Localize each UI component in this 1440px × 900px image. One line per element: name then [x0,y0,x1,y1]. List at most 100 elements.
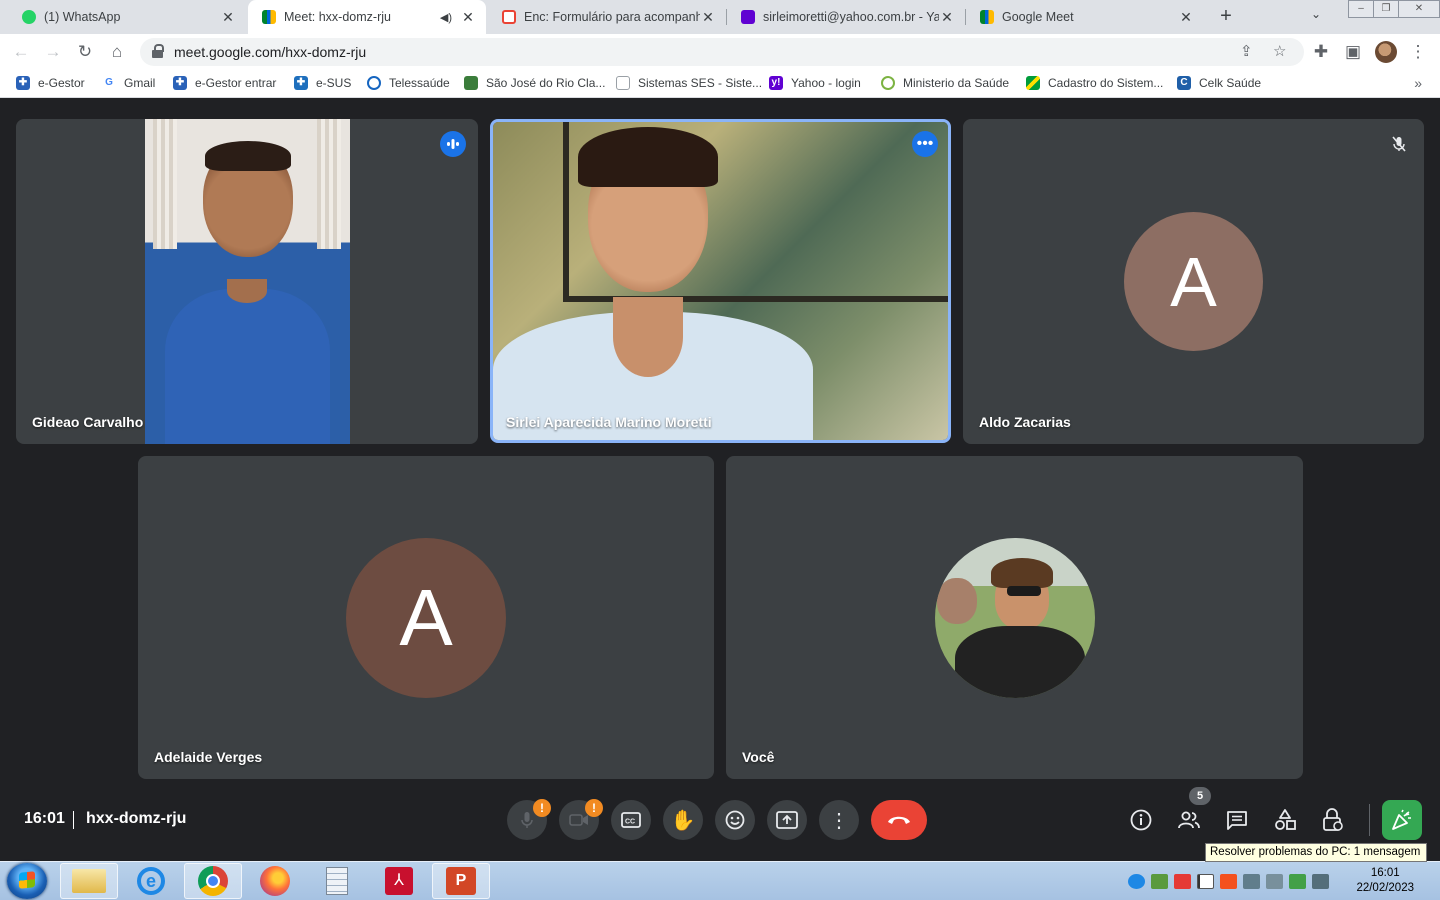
network-icon[interactable] [1312,874,1329,889]
new-tab-button[interactable]: + [1214,5,1238,29]
tab-yahoo-mail[interactable]: sirleimoretti@yahoo.com.br - Yah ✕ [727,0,965,34]
more-bookmarks-chevron-icon[interactable]: » [1414,75,1422,91]
close-tab-icon[interactable]: ✕ [220,9,236,26]
app-tray-icon[interactable] [1220,874,1237,889]
reload-icon[interactable]: ↻ [74,41,96,63]
people-icon [1178,811,1200,829]
firefox-icon [260,866,290,896]
tab-search-chevron-icon[interactable]: ⌄ [1311,7,1321,21]
taskbar-clock[interactable]: 16:01 22/02/2023 [1356,866,1414,896]
bookmark-gmail[interactable]: G Gmail [102,76,155,90]
participant-video [493,122,948,440]
reactions-button[interactable] [715,800,755,840]
bookmark-label: Celk Saúde [1199,76,1262,90]
meeting-info-button[interactable] [1127,806,1155,834]
bookmark-esus[interactable]: ✚ e-SUS [294,76,351,90]
close-tab-icon[interactable]: ✕ [700,9,716,26]
bookmark-label: e-Gestor entrar [195,76,277,90]
bookmark-cadastro[interactable]: Cadastro do Sistem... [1026,76,1163,90]
party-popper-icon [1392,809,1411,830]
restore-button[interactable]: ❐ [1373,0,1399,18]
bookmarks-bar: ✚ e-Gestor G Gmail ✚ e-Gestor entrar ✚ e-SUS… [0,70,1440,98]
people-button[interactable] [1175,806,1203,834]
captions-icon: CC [621,812,641,828]
taskbar-explorer[interactable] [60,863,118,899]
bookmark-yahoo-login[interactable]: y! Yahoo - login [769,76,861,90]
participant-tile[interactable]: ••• Sirlei Aparecida Marino Moretti [490,119,951,443]
more-options-button[interactable]: ⋮ [819,800,859,840]
bookmark-label: Gmail [124,76,156,90]
back-arrow-icon[interactable]: ← [10,41,32,63]
forward-arrow-icon[interactable]: → [42,41,64,63]
avatar: A [1124,212,1263,351]
tab-meet[interactable]: Meet: hxx-domz-rju ◀) ✕ [248,0,486,34]
captions-button[interactable]: CC [611,800,651,840]
taskbar-internet-explorer[interactable]: e [122,863,180,899]
tab-title: Google Meet [1002,10,1074,24]
more-options-icon[interactable]: ••• [912,131,938,157]
windows-taskbar: e ⅄ P 16:01 22/02/2023 [0,861,1440,900]
present-screen-button[interactable] [767,800,807,840]
start-button[interactable] [7,863,47,899]
leave-call-button[interactable] [871,800,927,840]
ministry-icon [881,76,895,90]
participant-tile-self[interactable]: Você [726,456,1303,779]
activities-button[interactable] [1271,806,1299,834]
url-text[interactable]: meet.google.com/hxx-domz-rju [174,44,366,60]
action-center-flag-icon[interactable] [1197,874,1214,889]
bookmark-celk[interactable]: C Celk Saúde [1177,76,1261,90]
celebration-activity-button[interactable] [1382,800,1422,840]
participant-tile[interactable]: Gideao Carvalho [16,119,478,444]
bookmark-telessaude[interactable]: Telessaúde [367,76,450,90]
meet-icon [980,10,994,24]
taskbar-chrome[interactable] [184,863,242,899]
bookmark-sistemas-ses[interactable]: Sistemas SES - Siste... [616,76,762,90]
participant-name: Você [742,749,775,765]
powerpoint-icon: P [446,867,476,895]
host-controls-button[interactable] [1319,806,1347,834]
address-bar[interactable]: meet.google.com/hxx-domz-rju ⇪ ☆ [140,38,1304,66]
security-shield-icon[interactable] [1151,874,1168,889]
volume-icon[interactable] [1243,874,1260,889]
bookmark-label: Cadastro do Sistem... [1048,76,1164,90]
bookmark-sao-jose[interactable]: São José do Rio Cla... [464,76,605,90]
chat-button[interactable] [1223,806,1251,834]
audio-playing-icon[interactable]: ◀) [440,11,452,24]
raise-hand-button[interactable]: ✋ [663,800,703,840]
close-tab-icon[interactable]: ✕ [1178,9,1194,26]
bookmark-ministerio[interactable]: Ministerio da Saúde [881,76,1009,90]
taskbar-acrobat[interactable]: ⅄ [370,863,428,899]
telessaude-icon [367,76,381,90]
lock-icon[interactable] [152,44,164,58]
close-window-button[interactable]: ✕ [1398,0,1440,18]
bookmark-star-icon[interactable]: ☆ [1273,42,1286,60]
minimize-button[interactable]: – [1348,0,1374,18]
bookmark-egestor[interactable]: ✚ e-Gestor [16,76,85,90]
taskbar-firefox[interactable] [246,863,304,899]
close-tab-icon[interactable]: ✕ [939,9,955,26]
yahoo-icon: y! [769,76,783,90]
teamviewer-icon[interactable] [1128,874,1145,889]
meeting-clock: 16:01 [24,810,65,827]
close-tab-icon[interactable]: ✕ [460,9,476,26]
share-icon[interactable]: ⇪ [1240,42,1253,60]
profile-avatar[interactable] [1375,41,1397,63]
taskbar-powerpoint[interactable]: P [432,863,490,899]
browser-menu-icon[interactable]: ⋮ [1407,41,1429,63]
network-status-icon[interactable] [1289,874,1306,889]
tab-gmail[interactable]: Enc: Formulário para acompanha ✕ [488,0,726,34]
tab-whatsapp[interactable]: (1) WhatsApp ✕ [8,0,246,34]
participant-tile[interactable]: A Adelaide Verges [138,456,714,779]
muted-mic-icon [1386,131,1412,157]
usb-icon[interactable] [1266,874,1283,889]
taskbar-calculator[interactable] [308,863,366,899]
bookmark-egestor-entrar[interactable]: ✚ e-Gestor entrar [173,76,276,90]
tab-google-meet[interactable]: Google Meet ✕ [966,0,1204,34]
extensions-puzzle-icon[interactable]: ✚ [1310,41,1332,63]
side-panel-icon[interactable]: ▣ [1342,41,1364,63]
bookmark-label: Telessaúde [389,76,450,90]
antivirus-icon[interactable] [1174,874,1191,889]
participant-tile[interactable]: A Aldo Zacarias [963,119,1424,444]
home-icon[interactable]: ⌂ [106,41,128,63]
gmail-icon [502,10,516,24]
